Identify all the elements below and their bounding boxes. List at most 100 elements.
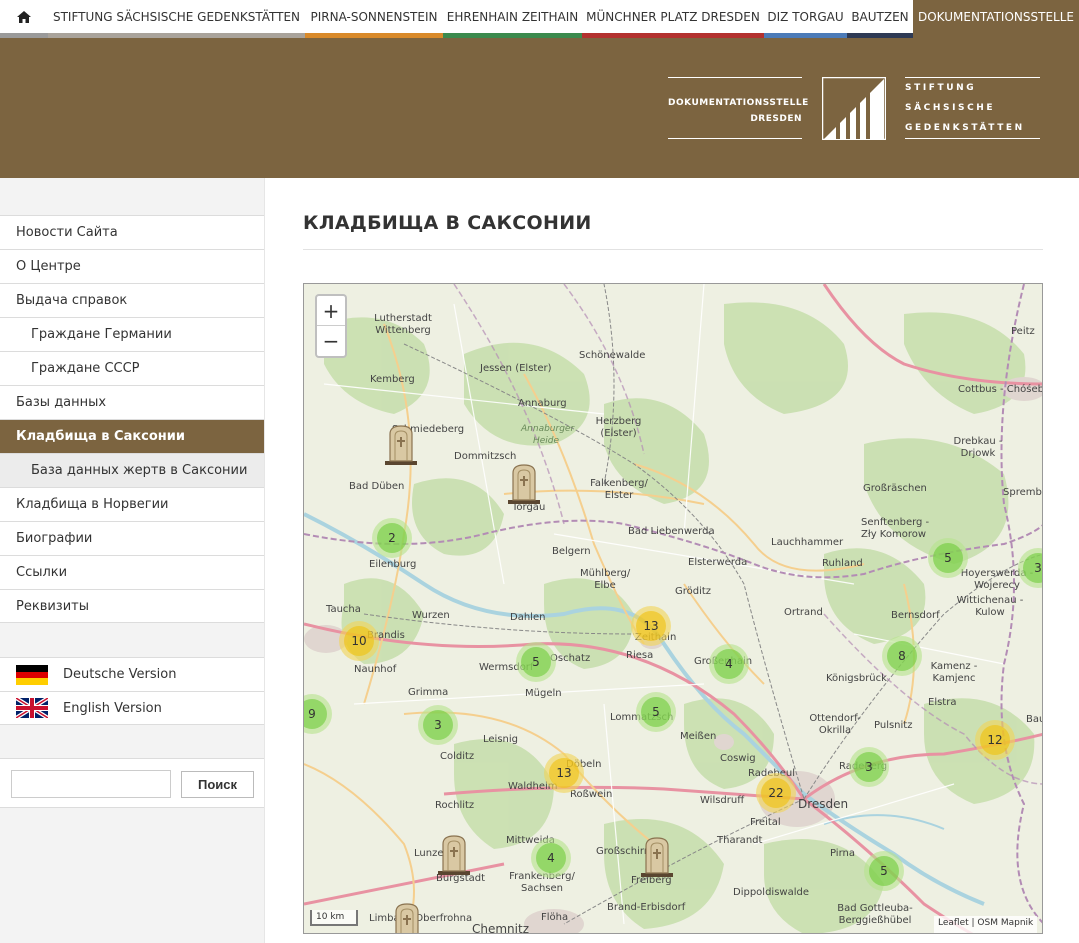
cluster-count: 4 — [714, 649, 744, 679]
map-cluster[interactable]: 13 — [631, 606, 671, 646]
sidebar-item-links[interactable]: Ссылки — [0, 555, 264, 589]
search-input[interactable] — [11, 770, 171, 798]
grave-marker-icon[interactable] — [507, 463, 541, 505]
map-label: Bernsdorf — [891, 610, 940, 621]
map-label: Herzberg (Elster) — [595, 416, 642, 439]
map-cluster[interactable]: 13 — [544, 753, 584, 793]
nav-stiftung[interactable]: STIFTUNG SÄCHSISCHE GEDENKSTÄTTEN — [48, 0, 305, 38]
cluster-count: 5 — [933, 543, 963, 573]
nav-diz-torgau[interactable]: DIZ TORGAU — [764, 0, 847, 38]
cluster-count: 5 — [869, 856, 899, 886]
logo-stiftung-text[interactable]: STIFTUNG SÄCHSISCHE GEDENKSTÄTTEN — [905, 77, 1040, 139]
logo-right-line2: SÄCHSISCHE — [905, 103, 996, 113]
cluster-count: 3 — [1023, 553, 1042, 583]
sidebar-item-cemeteries-norway[interactable]: Кладбища в Норвегии — [0, 487, 264, 521]
map-label: Bad Liebenwerda — [628, 526, 715, 537]
map-cluster[interactable]: 4 — [531, 838, 571, 878]
map-cluster[interactable]: 12 — [975, 720, 1015, 760]
zoom-in-button[interactable]: + — [317, 296, 345, 326]
map-label: Lutherstadt Wittenberg — [374, 313, 432, 336]
map-label: Meißen — [680, 731, 717, 742]
lang-german-label: Deutsche Version — [63, 667, 177, 682]
cluster-count: 2 — [377, 523, 407, 553]
map-label: Cottbus - Chóśebuz — [958, 384, 1043, 395]
map-label: Eilenburg — [369, 559, 417, 570]
map-label: Schönewalde — [579, 350, 646, 361]
map-label: Ottendorf-Okrilla — [809, 713, 861, 736]
map-scale: 10 km — [310, 910, 358, 926]
map-label: Pulsnitz — [874, 720, 913, 731]
nav-ehrenhain-zeithain[interactable]: EHRENHAIN ZEITHAIN — [443, 0, 582, 38]
sidebar-item-cemeteries-saxony[interactable]: Кладбища в Саксонии — [0, 419, 264, 453]
nav-dokumentationsstelle[interactable]: DOKUMENTATIONSSTELLE — [913, 0, 1079, 38]
logo-dokumentationsstelle[interactable]: DOKUMENTATIONSSTELLE DRESDEN — [668, 77, 808, 139]
cluster-count: 5 — [521, 647, 551, 677]
map-label: Dresden — [798, 797, 849, 811]
grave-marker-icon[interactable] — [390, 902, 424, 934]
sidebar-item-certificates[interactable]: Выдача справок — [0, 283, 264, 317]
map-label: Taucha — [326, 604, 361, 615]
sidebar-item-victims-database[interactable]: База данных жертв в Саксонии — [0, 453, 264, 487]
lang-english-label: English Version — [63, 700, 162, 716]
sidebar-item-imprint[interactable]: Реквизиты — [0, 589, 264, 623]
grave-marker-icon[interactable] — [384, 424, 418, 466]
sidebar-item-about[interactable]: О Центре — [0, 249, 264, 283]
map-label: Lauchhammer — [771, 537, 844, 548]
map-label: Ruhland — [822, 558, 863, 569]
map-label: Falkenberg/ Elster — [590, 478, 648, 501]
map-label: Jessen (Elster) — [480, 363, 552, 374]
map-cluster[interactable]: 8 — [882, 636, 922, 676]
stiftung-logo-icon[interactable] — [822, 77, 886, 140]
cluster-count: 4 — [536, 843, 566, 873]
map-label: Wittichenau - Kulow — [956, 595, 1024, 618]
map-cluster[interactable]: 3 — [418, 705, 458, 745]
map-cluster[interactable]: 22 — [756, 773, 796, 813]
map-label: Ortrand — [784, 607, 823, 618]
site-header: DOKUMENTATIONSSTELLE DRESDEN STIFTUNG SÄ… — [0, 38, 1079, 178]
map-label: Tharandt — [717, 835, 763, 846]
logo-right-line3: GEDENKSTÄTTEN — [905, 123, 1025, 133]
home-button[interactable] — [0, 0, 48, 38]
map-label: Chemnitz — [472, 922, 529, 934]
map-cluster[interactable]: 5 — [928, 538, 968, 578]
nav-bautzen[interactable]: BAUTZEN — [847, 0, 913, 38]
sidebar-item-news[interactable]: Новости Сайта — [0, 215, 264, 249]
page-title: КЛАДБИЩА В САКСОНИИ — [303, 212, 592, 234]
map-cluster[interactable]: 3 — [849, 747, 889, 787]
map-cluster[interactable]: 4 — [709, 644, 749, 684]
grave-marker-icon[interactable] — [640, 836, 674, 878]
map-cluster[interactable]: 2 — [372, 518, 412, 558]
grave-marker-icon[interactable] — [437, 834, 471, 876]
map-label: Dahlen — [510, 612, 546, 623]
logo-left-line2: DRESDEN — [750, 114, 802, 124]
search-form: Поиск — [0, 758, 264, 808]
cemetery-map[interactable]: Lutherstadt Wittenberg Kemberg Jessen (E… — [303, 283, 1043, 934]
sidebar-item-biographies[interactable]: Биографии — [0, 521, 264, 555]
lang-english[interactable]: English Version — [0, 691, 264, 725]
zoom-control: + − — [315, 294, 347, 358]
sidebar-item-databases[interactable]: Базы данных — [0, 385, 264, 419]
map-label: Elsterwerda — [688, 557, 748, 568]
map-cluster[interactable]: 5 — [864, 851, 904, 891]
map-cluster[interactable]: 5 — [636, 692, 676, 732]
map-label: Belgern — [552, 546, 591, 557]
map-label: Wurzen — [412, 610, 450, 621]
title-divider — [303, 249, 1043, 250]
sidebar-item-german-citizens[interactable]: Граждане Германии — [0, 317, 264, 351]
logo-right-line1: STIFTUNG — [905, 83, 977, 93]
cluster-count: 8 — [887, 641, 917, 671]
map-label: Mügeln — [525, 688, 562, 699]
cluster-count: 12 — [980, 725, 1010, 755]
map-attribution[interactable]: Leaflet | OSM Mapnik — [934, 916, 1038, 933]
map-label: Bautzen — [1026, 714, 1042, 725]
search-button[interactable]: Поиск — [181, 771, 254, 798]
lang-german[interactable]: Deutsche Version — [0, 657, 264, 691]
map-cluster[interactable]: 5 — [516, 642, 556, 682]
zoom-out-button[interactable]: − — [317, 326, 345, 356]
sidebar-item-ussr-citizens[interactable]: Граждане СССР — [0, 351, 264, 385]
map-cluster[interactable]: 10 — [339, 621, 379, 661]
nav-pirna-sonnenstein[interactable]: PIRNA-SONNENSTEIN — [305, 0, 443, 38]
map-label: Drebkau - Drjowk — [953, 436, 1003, 459]
map-label: Gröditz — [675, 586, 712, 597]
nav-muenchner-platz[interactable]: MÜNCHNER PLATZ DRESDEN — [582, 0, 764, 38]
